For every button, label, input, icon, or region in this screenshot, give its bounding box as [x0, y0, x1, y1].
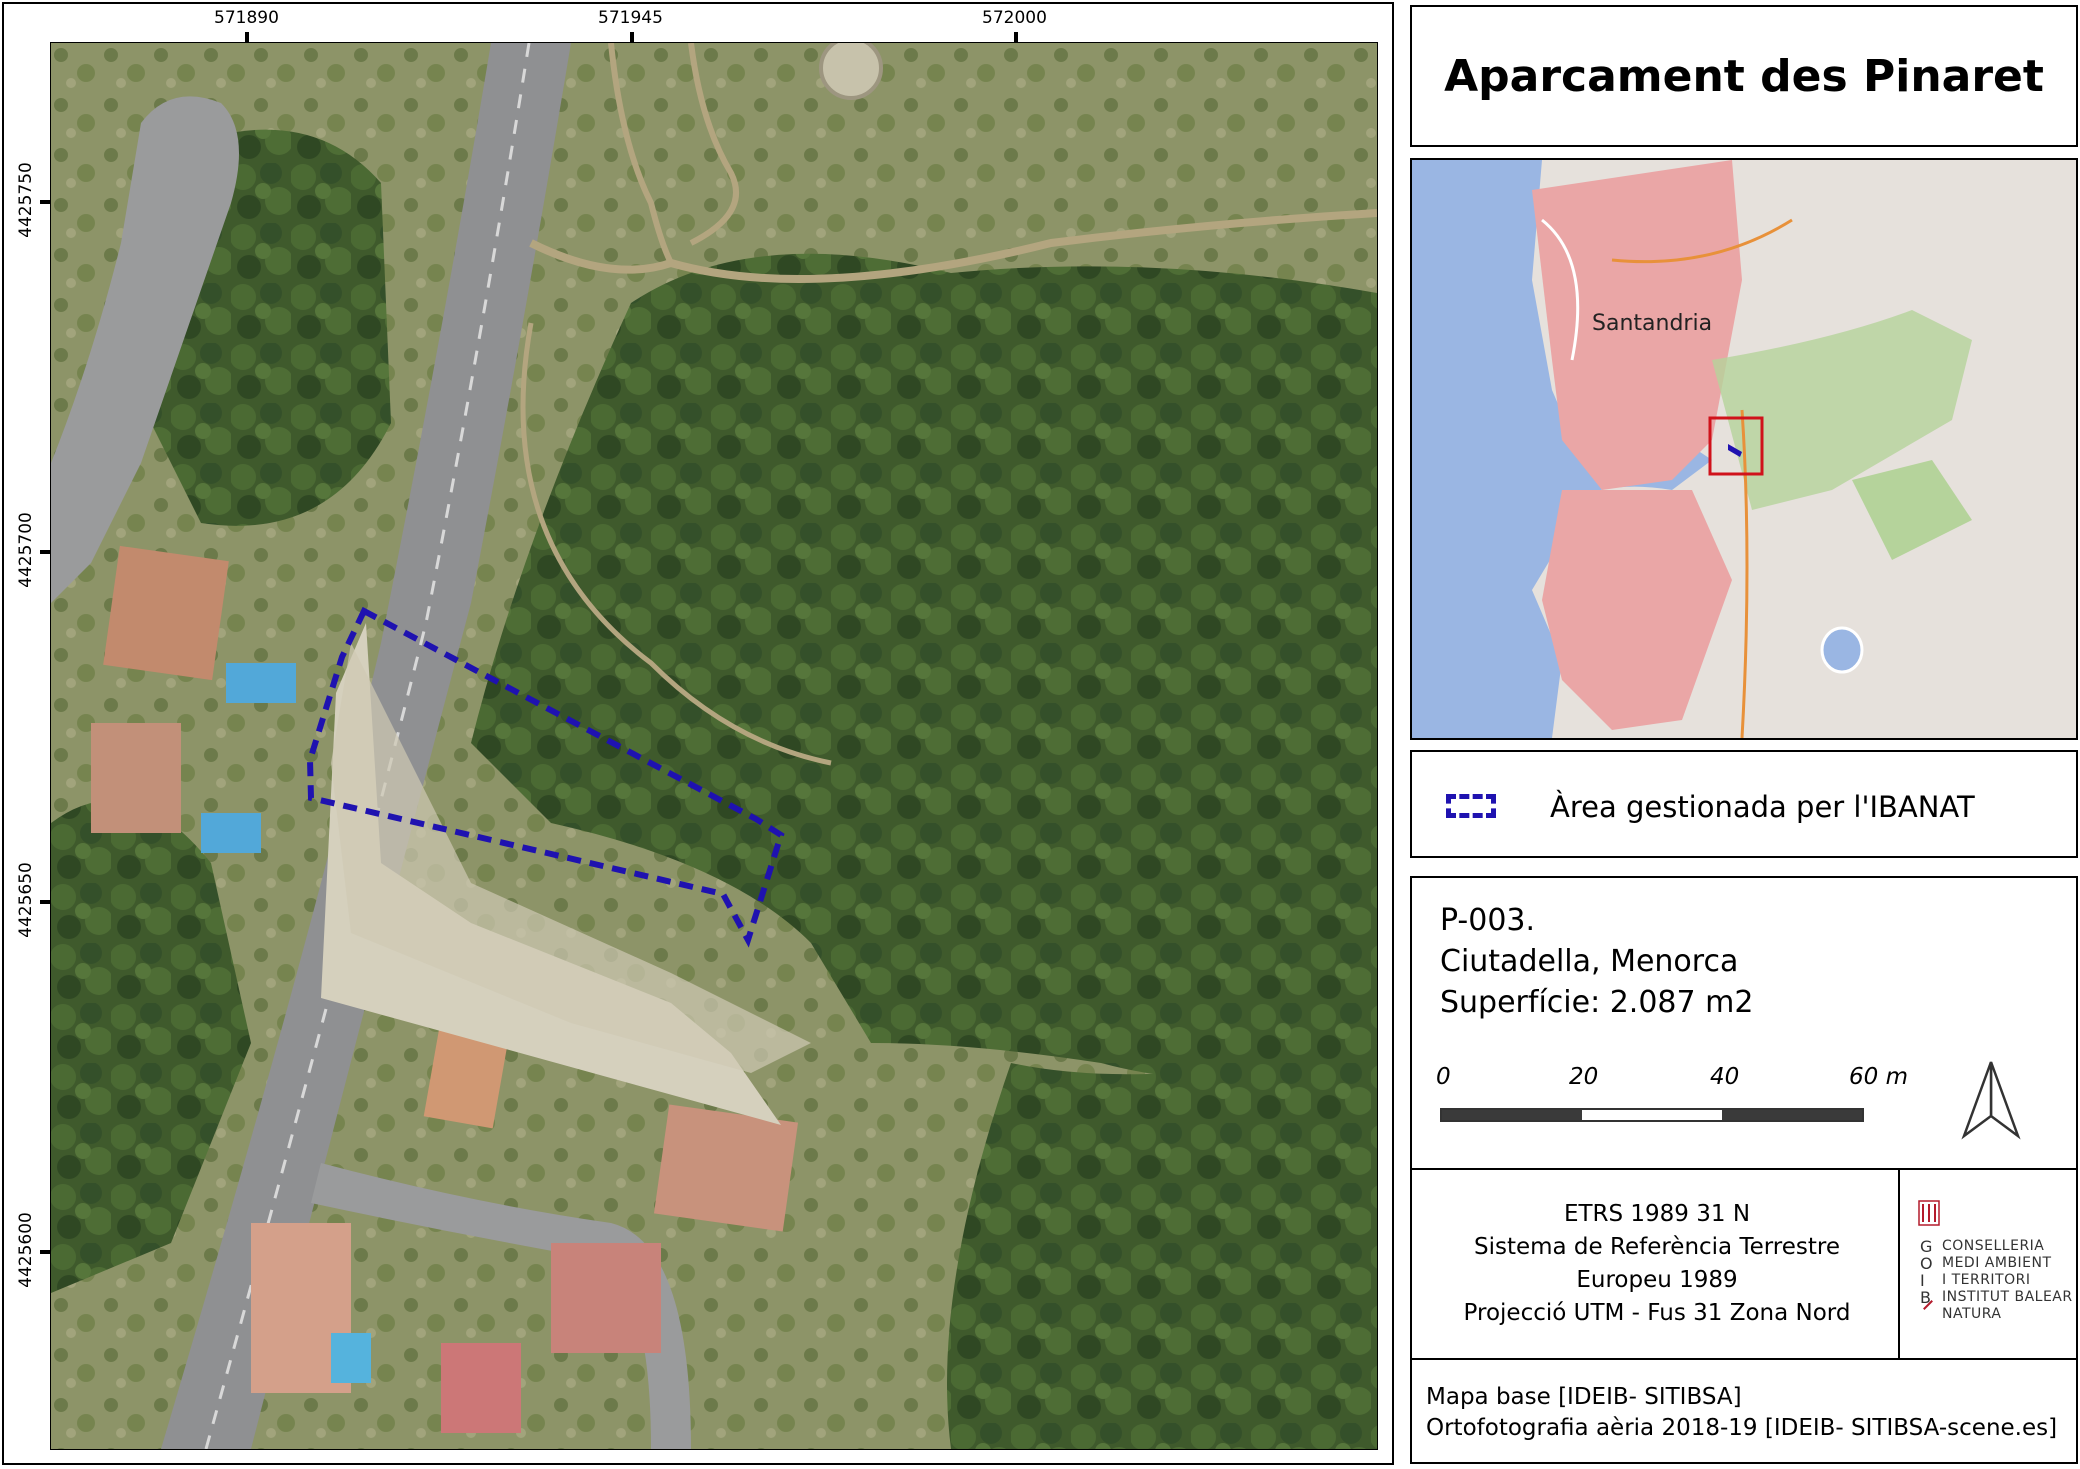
logo-divider: [1898, 1170, 1900, 1358]
source-orthophoto: Ortofotografia aèria 2018-19 [IDEIB- SIT…: [1426, 1415, 2058, 1441]
logo-letter-o: O: [1920, 1254, 1933, 1273]
grid-label-y-3: 4425650: [16, 862, 36, 938]
logo-letter-i: I: [1920, 1271, 1925, 1290]
crs-line-3: Europeu 1989: [1576, 1267, 1738, 1293]
sources-box: Mapa base [IDEIB- SITIBSA] Ortofotografi…: [1410, 1358, 2078, 1464]
legend-label: Àrea gestionada per l'IBANAT: [1550, 790, 1975, 824]
grid-label-x-1: 571890: [214, 8, 279, 28]
legend-symbol: [1446, 794, 1496, 818]
grid-tick-y-1: [40, 200, 50, 204]
grid-label-y-1: 4425750: [16, 162, 36, 238]
grid-label-x-3: 572000: [982, 8, 1047, 28]
logo-line-4: INSTITUT BALEAR: [1942, 1289, 2073, 1305]
logo-line-1: CONSELLERIA: [1942, 1238, 2045, 1254]
crs-box: ETRS 1989 31 N Sistema de Referència Ter…: [1410, 1168, 2078, 1360]
grid-tick-x-3: [1014, 32, 1018, 42]
site-code: P-003.: [1440, 903, 1536, 938]
map-title-box: Aparcament des Pinaret: [1410, 5, 2078, 147]
logo-letter-g: G: [1920, 1237, 1933, 1256]
scale-label-20: 20: [1569, 1064, 1599, 1090]
grid-label-x-2: 571945: [598, 8, 663, 28]
inset-locator-map[interactable]: Santandria: [1412, 160, 2076, 738]
info-box: P-003. Ciutadella, Menorca Superfície: 2…: [1410, 876, 2078, 1170]
crs-line-1: ETRS 1989 31 N: [1563, 1201, 1751, 1227]
scale-bar: [1440, 1108, 1864, 1122]
page-title: Aparcament des Pinaret: [1444, 50, 2044, 102]
logo-line-3: I TERRITORI: [1942, 1272, 2031, 1288]
scale-label-0: 0: [1436, 1064, 1451, 1090]
logo-line-5: NATURA: [1942, 1306, 2002, 1322]
site-location: Ciutadella, Menorca: [1440, 944, 1739, 979]
grid-tick-y-4: [40, 1250, 50, 1254]
logo-line-2: MEDI AMBIENT: [1942, 1255, 2052, 1271]
grid-label-y-4: 4425600: [16, 1212, 36, 1288]
coat-of-arms-icon: [1918, 1200, 1940, 1226]
scale-label-40: 40: [1710, 1064, 1740, 1090]
inset-map-frame: Santandria: [1410, 158, 2078, 740]
grid-label-y-2: 4425700: [16, 512, 36, 588]
site-area: Superfície: 2.087 m2: [1440, 985, 1754, 1020]
grid-tick-x-1: [245, 32, 249, 42]
crs-line-2: Sistema de Referència Terrestre: [1473, 1234, 1841, 1260]
inset-place-label: Santandria: [1592, 311, 1712, 336]
crs-line-4: Projecció UTM - Fus 31 Zona Nord: [1463, 1300, 1851, 1326]
grid-tick-y-3: [40, 900, 50, 904]
north-arrow-icon: [1961, 1061, 2021, 1140]
legend-box: Àrea gestionada per l'IBANAT: [1410, 750, 2078, 858]
source-basemap: Mapa base [IDEIB- SITIBSA]: [1426, 1384, 1742, 1410]
scale-label-60: 60 m: [1849, 1064, 1908, 1090]
grid-tick-y-2: [40, 550, 50, 554]
grid-tick-x-2: [630, 32, 634, 42]
aerial-orthophoto[interactable]: [50, 42, 1378, 1450]
